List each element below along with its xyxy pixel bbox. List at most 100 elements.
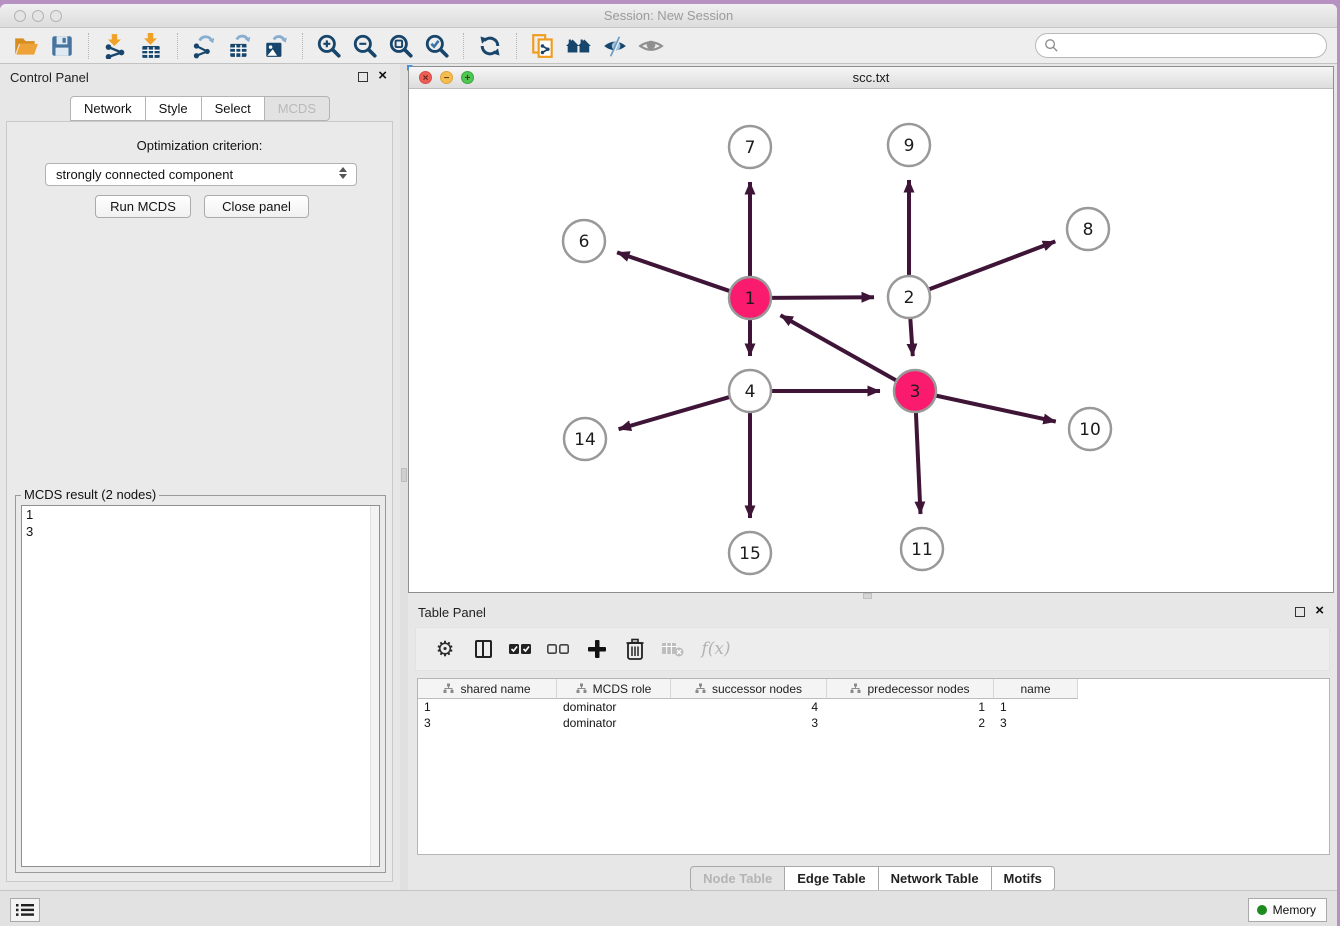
columns-icon — [475, 640, 492, 658]
hierarchy-icon — [850, 683, 861, 694]
cell-shared-name: 3 — [418, 715, 557, 731]
delete-table-icon — [661, 640, 685, 658]
zoom-fit-button[interactable] — [385, 31, 417, 61]
delete-table-button — [656, 634, 690, 664]
table-settings-button[interactable]: ⚙ — [428, 634, 462, 664]
home-layout-button[interactable] — [563, 31, 595, 61]
export-table-button[interactable] — [224, 31, 256, 61]
network-graph-canvas[interactable]: 7968124314101511 — [409, 89, 1333, 592]
toolbar-separator — [516, 33, 517, 59]
column-header-mcds-role[interactable]: MCDS role — [557, 679, 671, 699]
tab-motifs[interactable]: Motifs — [992, 866, 1055, 891]
graph-node-label-6: 6 — [579, 232, 590, 252]
splitter-grip[interactable] — [401, 468, 407, 482]
cell-predecessor-nodes: 1 — [827, 699, 994, 715]
tab-style[interactable]: Style — [146, 96, 202, 121]
cell-successor-nodes: 3 — [671, 715, 827, 731]
open-session-button[interactable] — [10, 31, 42, 61]
memory-label: Memory — [1273, 903, 1316, 917]
clone-network-button[interactable] — [527, 31, 559, 61]
float-table-panel-icon[interactable] — [1295, 607, 1305, 617]
import-network-button[interactable] — [99, 31, 131, 61]
graph-node-label-8: 8 — [1083, 220, 1094, 240]
run-mcds-button[interactable]: Run MCDS — [95, 195, 191, 218]
graph-edge-2-3[interactable] — [910, 318, 913, 356]
control-panel-header: Control Panel × — [0, 64, 400, 90]
close-panel-icon[interactable]: × — [378, 67, 387, 85]
deselect-all-rows-button[interactable] — [542, 634, 576, 664]
save-session-button[interactable] — [46, 31, 78, 61]
column-label: name — [1020, 682, 1050, 696]
graph-edge-1-2[interactable] — [771, 297, 874, 298]
table-row[interactable]: 1 dominator 4 1 1 — [418, 699, 1329, 715]
show-columns-button[interactable] — [466, 634, 500, 664]
hide-panels-button[interactable] — [599, 31, 631, 61]
import-table-icon — [138, 33, 164, 59]
tab-network[interactable]: Network — [70, 96, 146, 121]
zoom-out-button[interactable] — [349, 31, 381, 61]
result-scrollbar[interactable] — [370, 506, 379, 866]
close-table-panel-icon[interactable]: × — [1315, 602, 1324, 620]
toolbar-separator — [88, 33, 89, 59]
houses-icon — [565, 33, 593, 59]
graph-edge-1-6[interactable] — [617, 252, 730, 291]
vertical-splitter[interactable] — [400, 64, 408, 890]
tab-node-table[interactable]: Node Table — [690, 866, 785, 891]
select-all-rows-button[interactable] — [504, 634, 538, 664]
graph-edge-2-8[interactable] — [929, 241, 1056, 289]
delete-column-button[interactable] — [618, 634, 652, 664]
export-network-button[interactable] — [188, 31, 220, 61]
mcds-tab-content: Optimization criterion: strongly connect… — [6, 121, 393, 882]
graph-edge-3-10[interactable] — [936, 396, 1056, 422]
function-builder-button: f(x) — [694, 634, 738, 664]
main-toolbar — [0, 28, 1337, 64]
graph-edge-3-1[interactable] — [781, 315, 897, 381]
column-label: shared name — [460, 682, 530, 696]
search-icon — [1044, 38, 1059, 53]
hierarchy-icon — [443, 683, 454, 694]
float-panel-icon[interactable] — [358, 72, 368, 82]
zoom-in-button[interactable] — [313, 31, 345, 61]
table-row[interactable]: 3 dominator 3 2 3 — [418, 715, 1329, 731]
eye-icon — [638, 33, 664, 59]
tab-mcds[interactable]: MCDS — [265, 96, 330, 121]
close-panel-button[interactable]: Close panel — [204, 195, 309, 218]
table-panel-title: Table Panel — [418, 605, 486, 620]
refresh-icon — [477, 33, 503, 59]
add-column-button[interactable] — [580, 634, 614, 664]
mcds-result-box: MCDS result (2 nodes) 1 3 — [15, 495, 386, 873]
import-network-icon — [102, 33, 128, 59]
graph-edge-3-11[interactable] — [916, 412, 921, 514]
search-box[interactable] — [1035, 33, 1327, 58]
gear-icon: ⚙ — [436, 637, 455, 661]
tab-select[interactable]: Select — [202, 96, 265, 121]
eye-slash-icon — [602, 33, 628, 59]
import-table-button[interactable] — [135, 31, 167, 61]
control-panel-title: Control Panel — [10, 70, 89, 85]
toolbar-separator — [177, 33, 178, 59]
refresh-button[interactable] — [474, 31, 506, 61]
node-table: shared name MCDS role successor nodes pr… — [417, 678, 1330, 855]
tab-edge-table[interactable]: Edge Table — [785, 866, 878, 891]
tab-network-table[interactable]: Network Table — [879, 866, 992, 891]
search-input[interactable] — [1059, 36, 1326, 56]
optimization-dropdown[interactable]: strongly connected component — [45, 163, 357, 186]
show-panels-button[interactable] — [635, 31, 667, 61]
column-header-predecessor-nodes[interactable]: predecessor nodes — [827, 679, 994, 699]
column-label: successor nodes — [712, 682, 802, 696]
column-header-name[interactable]: name — [994, 679, 1078, 699]
column-header-shared-name[interactable]: shared name — [418, 679, 557, 699]
table-toolbar: ⚙ — [415, 627, 1330, 671]
mcds-result-list[interactable]: 1 3 — [21, 505, 380, 867]
column-header-successor-nodes[interactable]: successor nodes — [671, 679, 827, 699]
graph-edge-4-14[interactable] — [619, 397, 730, 429]
cell-shared-name: 1 — [418, 699, 557, 715]
task-history-button[interactable] — [10, 898, 40, 922]
toolbar-separator — [463, 33, 464, 59]
zoom-selected-button[interactable] — [421, 31, 453, 61]
network-window-titlebar[interactable]: × − + scc.txt — [409, 67, 1333, 89]
export-image-button[interactable] — [260, 31, 292, 61]
hierarchy-icon — [695, 683, 706, 694]
memory-button[interactable]: Memory — [1248, 898, 1327, 922]
list-icon — [16, 903, 34, 917]
